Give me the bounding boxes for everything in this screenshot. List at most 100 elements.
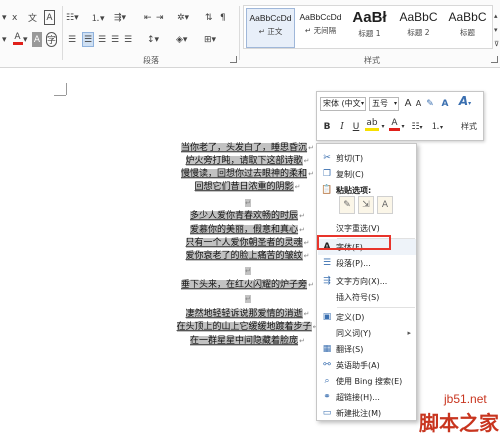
menu-new-comment[interactable]: ▭ 新建批注(M): [318, 405, 416, 421]
menu-hyperlink[interactable]: ⚭ 超链接(H)...: [318, 389, 416, 405]
mini-bullets-icon[interactable]: ☷▾: [409, 120, 425, 134]
mini-styles-button[interactable]: 样式: [458, 120, 480, 134]
highlight-color-button[interactable]: ab: [365, 118, 379, 132]
shrink-font-button[interactable]: A: [414, 97, 423, 111]
styles-scroll-up-icon[interactable]: ▴: [494, 8, 498, 23]
shading-icon[interactable]: ◈▾: [176, 32, 187, 47]
text-effects-icon[interactable]: A▾: [455, 94, 475, 108]
menu-insert-symbol[interactable]: 插入符号(S): [318, 289, 416, 305]
poem-line[interactable]: 炉火旁打盹，请取下这部诗歌↵: [160, 155, 335, 167]
poem-line[interactable]: 多少人爱你青春欢畅的时辰↵: [160, 210, 335, 222]
menu-translate[interactable]: ▦ 翻译(S): [318, 341, 416, 357]
menu-hanzi-reselect[interactable]: 汉字重选(V): [318, 220, 416, 236]
italic-button[interactable]: I: [337, 120, 347, 134]
font-color-dropdown-icon[interactable]: ▾: [23, 32, 28, 47]
mini-font-size-field[interactable]: 五号 ▾: [369, 97, 399, 111]
menu-bing-search[interactable]: ⌕ 使用 Bing 搜索(E): [318, 373, 416, 389]
translate-icon: ▦: [322, 344, 332, 354]
align-right-icon[interactable]: ☰: [98, 32, 106, 47]
paragraph-group-label: 段落: [143, 56, 159, 65]
paragraph-dialog-launcher-icon[interactable]: [230, 56, 237, 63]
paste-keep-source-icon[interactable]: ✎: [339, 196, 355, 214]
text-effect-button[interactable]: ▾: [2, 32, 7, 47]
sort-icon[interactable]: ⇅: [205, 10, 213, 25]
paragraph-mark-icon: ↵: [303, 239, 310, 247]
paragraph-mark-icon: ↵: [245, 267, 251, 275]
align-center-icon[interactable]: ☰: [82, 32, 95, 47]
styles-gallery[interactable]: AaBbCcDd ↵ 正文 AaBbCcDd ↵ 无间隔 AaBł 标题 1 A…: [243, 5, 493, 49]
font-color-dropdown-icon[interactable]: ▾: [400, 120, 406, 134]
borders-icon[interactable]: ⊞▾: [204, 32, 216, 47]
poem-line[interactable]: 在一群星星中间隐藏着脸庞↵: [160, 335, 335, 347]
styles-more-icon[interactable]: ⊽: [494, 36, 499, 51]
poem-line[interactable]: 当你老了，头发白了，睡思昏沉↵: [160, 142, 335, 154]
menu-synonyms[interactable]: 同义词(Y) ▸: [318, 325, 416, 341]
style-normal[interactable]: AaBbCcDd ↵ 正文: [246, 8, 295, 48]
text-direction-icon: ⇶: [323, 276, 331, 286]
poem-line[interactable]: 爱慕你的美丽，假意和真心↵: [160, 224, 335, 236]
crop-mark: [54, 95, 66, 96]
menu-english-assistant[interactable]: ⚯ 英语助手(A): [318, 357, 416, 373]
enclose-char-button[interactable]: 字: [46, 32, 57, 47]
search-icon: ⌕: [324, 376, 330, 386]
clipboard-icon: 📋: [321, 185, 333, 195]
divider: [239, 6, 240, 60]
highlight-dropdown-icon[interactable]: ▾: [380, 120, 386, 134]
mini-numbering-icon[interactable]: ⒈▾: [429, 120, 445, 134]
clear-format-icon[interactable]: ⅹ: [12, 10, 17, 25]
align-left-icon[interactable]: ☰: [68, 32, 76, 47]
style-heading-2[interactable]: AaBbC 标题 2: [394, 8, 443, 48]
style-title[interactable]: AaBbC 标题: [443, 8, 492, 48]
poem-line[interactable]: 在头顶上的山上它缓缓地踱着步子↵: [160, 321, 335, 333]
poem-line[interactable]: 只有一个人爱你朝圣者的灵魂↵: [160, 237, 335, 249]
font-color-button[interactable]: A: [12, 32, 23, 47]
poem-line[interactable]: 慢慢读，回想你过去眼神的柔和↵: [160, 168, 335, 180]
menu-define[interactable]: ▣ 定义(D): [318, 309, 416, 325]
paragraph-mark-icon: ↵: [303, 252, 310, 260]
case-button[interactable]: ▾: [2, 10, 7, 25]
multilevel-list-icon[interactable]: ⇶▾: [114, 10, 126, 25]
chinese-layout-icon[interactable]: ✲▾: [177, 10, 189, 25]
char-border-button[interactable]: A: [44, 10, 55, 25]
empty-paragraph[interactable]: ↵: [160, 197, 335, 209]
text-styles-icon[interactable]: A: [438, 97, 452, 111]
menu-text-direction[interactable]: ⇶ 文字方向(X)...: [318, 273, 416, 289]
menu-divider: [337, 307, 415, 308]
char-shading-button[interactable]: A: [32, 32, 42, 47]
show-marks-icon[interactable]: ¶: [220, 10, 226, 25]
styles-scroll-down-icon[interactable]: ▾: [494, 22, 498, 37]
paragraph-mark-icon: ↵: [303, 310, 310, 318]
increase-indent-icon[interactable]: ⇥: [156, 10, 164, 25]
style-no-spacing[interactable]: AaBbCcDd ↵ 无间隔: [296, 8, 345, 48]
poem-line[interactable]: 回想它们昔日浓重的阴影↵: [160, 181, 335, 193]
style-heading-1[interactable]: AaBł 标题 1: [345, 8, 394, 48]
poem-line[interactable]: 凄然地轻轻诉说那爱情的消逝↵: [160, 308, 335, 320]
paste-merge-format-icon[interactable]: ⇲: [358, 196, 374, 214]
empty-paragraph[interactable]: ↵: [160, 265, 335, 277]
paste-text-only-icon[interactable]: A: [377, 196, 393, 214]
menu-cut[interactable]: ✂ 剪切(T): [318, 150, 416, 166]
bold-button[interactable]: B: [322, 120, 332, 134]
mini-toolbar: 宋体 (中文 ▾ 五号 ▾ A A ✎ A A▾ B I U ab ▾ A ▾ ☷▾…: [316, 91, 484, 141]
comment-icon: ▭: [322, 408, 332, 418]
styles-dialog-launcher-icon[interactable]: [491, 56, 498, 63]
format-painter-icon[interactable]: ✎: [424, 97, 436, 111]
menu-paragraph[interactable]: ☰ 段落(P)...: [318, 255, 416, 271]
poem-line[interactable]: 爱你衰老了的脸上痛苦的皱纹↵: [160, 250, 335, 262]
poem-line[interactable]: 垂下头来，在红火闪耀的炉子旁↵: [160, 279, 335, 291]
empty-paragraph[interactable]: ↵: [160, 293, 335, 305]
pinyin-icon[interactable]: 文: [28, 10, 37, 25]
mini-font-name-field[interactable]: 宋体 (中文 ▾: [320, 97, 366, 111]
distributed-icon[interactable]: ☰: [124, 32, 132, 47]
line-spacing-icon[interactable]: ↕▾: [147, 32, 159, 47]
underline-button[interactable]: U: [351, 120, 361, 134]
decrease-indent-icon[interactable]: ⇤: [144, 10, 152, 25]
mini-font-color-button[interactable]: A: [389, 118, 400, 132]
menu-copy[interactable]: ❐ 复制(C): [318, 166, 416, 182]
paragraph-mark-icon: ↵: [245, 199, 251, 207]
numbering-icon[interactable]: ⒈▾: [91, 10, 105, 25]
grow-font-button[interactable]: A: [403, 97, 413, 111]
divider: [62, 6, 63, 60]
justify-icon[interactable]: ☰: [111, 32, 119, 47]
bullets-icon[interactable]: ☷▾: [66, 10, 79, 25]
